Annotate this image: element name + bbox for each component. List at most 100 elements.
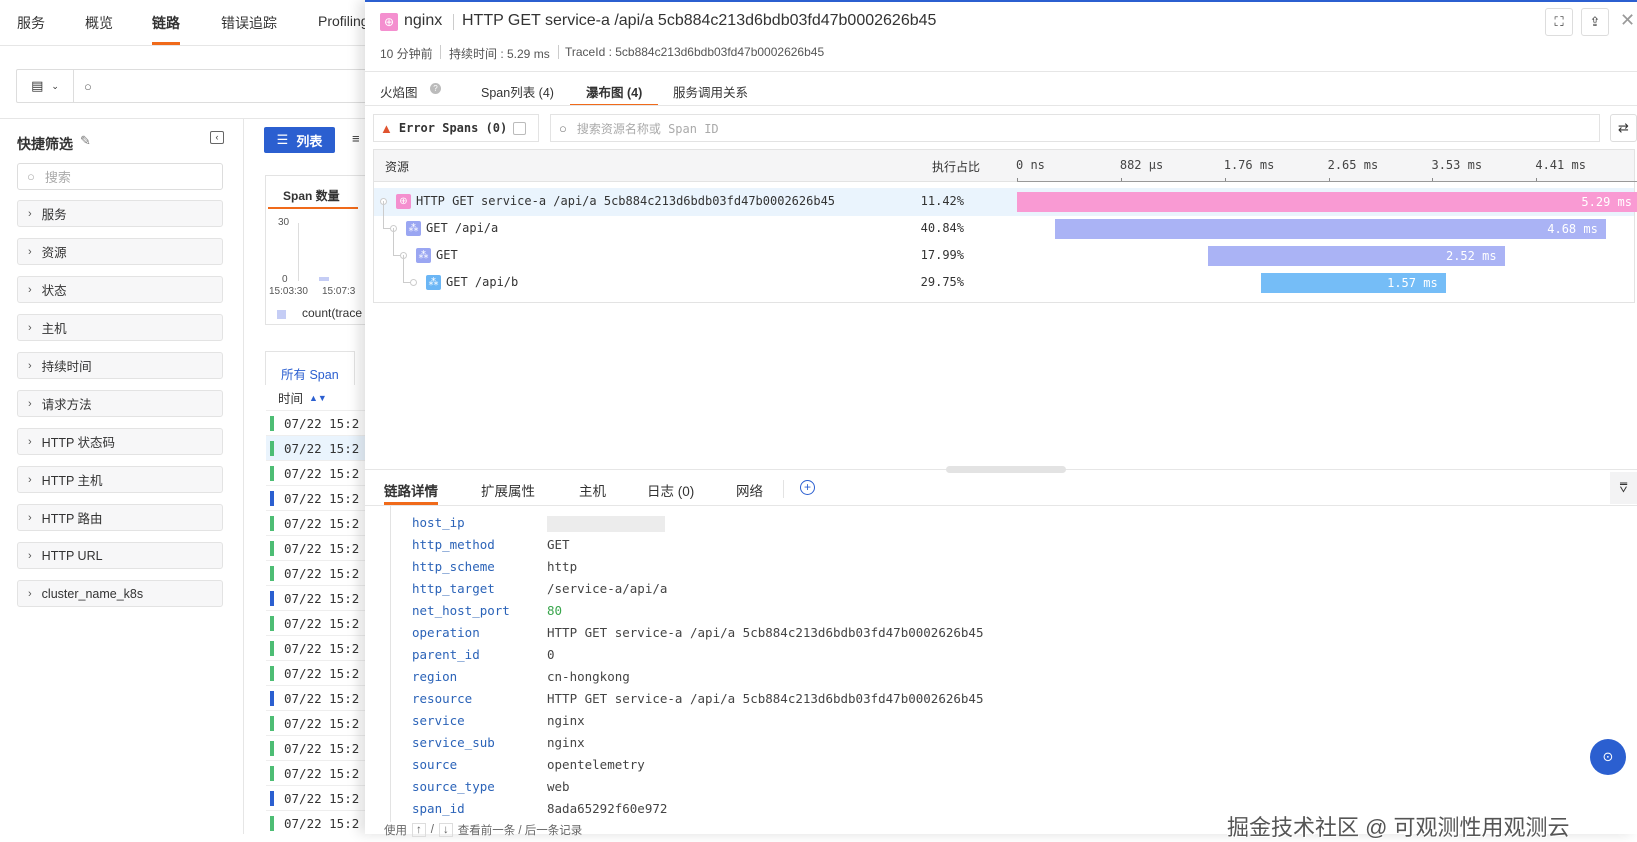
filter-group[interactable]: › 主机 xyxy=(17,314,223,341)
table-row[interactable]: 07/22 15:2 xyxy=(266,736,365,761)
fullscreen-button[interactable]: ⛶ xyxy=(1545,8,1573,36)
nav-tab-error-tracking[interactable]: 错误追踪 xyxy=(221,13,277,33)
span-search-input[interactable]: ○ 搜索资源名称或 Span ID xyxy=(550,114,1600,142)
row-time: 07/22 15:2 xyxy=(284,440,360,456)
nav-tab-services[interactable]: 服务 xyxy=(17,13,45,33)
col-resource: 资源 xyxy=(385,160,410,174)
table-row[interactable]: 07/22 15:2 xyxy=(266,761,365,786)
span-row[interactable]: ⁂ GET /api/b 29.75% 1.57 ms xyxy=(374,255,1634,297)
table-row[interactable]: 07/22 15:2 xyxy=(266,686,365,711)
filter-group[interactable]: › 状态 xyxy=(17,276,223,303)
filter-group[interactable]: › HTTP URL xyxy=(17,542,223,569)
table-row[interactable]: 07/22 15:2 xyxy=(266,611,365,636)
table-row[interactable]: 07/22 15:2 xyxy=(266,811,365,834)
collapse-sidebar-icon[interactable]: ‹ xyxy=(210,131,224,144)
filter-group[interactable]: › HTTP 主机 xyxy=(17,466,223,493)
attribute-value[interactable] xyxy=(547,516,665,532)
filter-group[interactable]: › cluster_name_k8s xyxy=(17,580,223,607)
attribute-value[interactable]: 80 xyxy=(547,603,562,618)
filter-group-label: 主机 xyxy=(41,322,67,336)
tab-network[interactable]: 网络 xyxy=(736,480,763,500)
screenshot-icon[interactable]: ⊙ xyxy=(1590,739,1626,775)
attribute-value[interactable]: cn-hongkong xyxy=(547,669,630,684)
table-row[interactable]: 07/22 15:2 xyxy=(266,586,365,611)
tab-span-list[interactable]: Span列表 (4) xyxy=(481,82,554,101)
add-tab-icon[interactable]: + xyxy=(800,480,815,495)
tab-waterfall[interactable]: 瀑布图 (4) xyxy=(569,82,659,106)
share-button[interactable]: ⇪ xyxy=(1581,8,1609,36)
filter-group[interactable]: › HTTP 状态码 xyxy=(17,428,223,455)
nav-tab-overview[interactable]: 概览 xyxy=(85,13,113,33)
span-bar[interactable]: 5.29 ms xyxy=(1017,192,1637,212)
filter-group-label: HTTP 路由 xyxy=(41,512,103,526)
table-row[interactable]: 07/22 15:2 xyxy=(266,461,365,486)
table-row[interactable]: 07/22 15:2 xyxy=(266,411,365,436)
tab-service-call-map[interactable]: 服务调用关系 xyxy=(673,82,748,101)
tab-trace-details[interactable]: 链路详情 xyxy=(384,480,438,505)
service-name: nginx xyxy=(404,12,443,29)
attribute-value[interactable]: GET xyxy=(547,537,570,552)
attribute-value[interactable]: HTTP GET service-a /api/a 5cb884c213d6bd… xyxy=(547,691,984,706)
attribute-value[interactable]: 0 xyxy=(547,647,555,662)
filter-group[interactable]: › 持续时间 xyxy=(17,352,223,379)
table-row[interactable]: 07/22 15:2 xyxy=(266,436,365,461)
query-bar[interactable]: ▤ ⌄ ○ xyxy=(16,69,376,103)
attribute-key: net_host_port xyxy=(412,603,510,618)
nav-tab-profiling[interactable]: Profiling xyxy=(318,13,369,29)
query-mode-dropdown[interactable]: ▤ ⌄ xyxy=(17,70,74,102)
card-tab-span-count[interactable]: Span 数量 xyxy=(283,187,340,204)
attribute-value[interactable]: nginx xyxy=(547,735,585,750)
tab-host[interactable]: 主机 xyxy=(579,480,606,500)
span-row[interactable]: ⁂ GET /api/a 40.84% 4.68 ms xyxy=(374,201,1634,243)
attribute-value[interactable]: nginx xyxy=(547,713,585,728)
resize-handle[interactable] xyxy=(946,466,1066,473)
error-spans-checkbox[interactable] xyxy=(513,121,527,135)
tab-extended-attributes[interactable]: 扩展属性 xyxy=(481,480,535,500)
filter-group[interactable]: › 资源 xyxy=(17,238,223,265)
span-row[interactable]: ⁂ GET 17.99% 2.52 ms xyxy=(374,228,1634,270)
tab-all-spans[interactable]: 所有 Span xyxy=(265,351,355,385)
swap-icon[interactable]: ⇄ xyxy=(1610,114,1637,142)
edit-icon[interactable]: ✎ xyxy=(80,133,91,149)
table-row[interactable]: 07/22 15:2 xyxy=(266,661,365,686)
column-header-time[interactable]: 时间 ▲▼ xyxy=(266,385,365,411)
sort-icon[interactable]: ≡ xyxy=(352,131,360,146)
attribute-value[interactable]: k8s-node xyxy=(547,506,607,508)
table-row[interactable]: 07/22 15:2 xyxy=(266,786,365,811)
attribute-value[interactable]: 8ada65292f60e972 xyxy=(547,801,667,816)
attribute-value[interactable]: /service-a/api/a xyxy=(547,581,667,596)
filter-group[interactable]: › HTTP 路由 xyxy=(17,504,223,531)
x-tick: 15:03:30 xyxy=(269,286,308,297)
nav-tab-traces[interactable]: 链路 xyxy=(152,13,180,45)
table-row[interactable]: 07/22 15:2 xyxy=(266,511,365,536)
table-row[interactable]: 07/22 15:2 xyxy=(266,486,365,511)
span-bar[interactable]: 4.68 ms xyxy=(1054,219,1606,239)
attribute-value[interactable]: HTTP GET service-a /api/a 5cb884c213d6bd… xyxy=(547,625,984,640)
span-title: HTTP GET service-a /api/a 5cb884c213d6bd… xyxy=(462,12,937,29)
table-row[interactable]: 07/22 15:2 xyxy=(266,711,365,736)
attribute-value[interactable]: http xyxy=(547,559,577,574)
span-row[interactable]: ⊕ HTTP GET service-a /api/a 5cb884c213d6b… xyxy=(374,188,1637,216)
help-icon[interactable]: ? xyxy=(430,83,441,94)
filter-group[interactable]: › 请求方法 xyxy=(17,390,223,417)
table-row[interactable]: 07/22 15:2 xyxy=(266,561,365,586)
close-icon[interactable]: ✕ xyxy=(1620,10,1635,31)
filter-group[interactable]: › 服务 xyxy=(17,200,223,227)
status-bar xyxy=(270,665,274,681)
tab-logs[interactable]: 日志 (0) xyxy=(647,480,694,500)
span-bar[interactable]: 2.52 ms xyxy=(1207,246,1505,266)
table-row[interactable]: 07/22 15:2 xyxy=(266,636,365,661)
error-spans-filter[interactable]: ▲ Error Spans (0) xyxy=(373,114,539,142)
attribute-value[interactable]: opentelemetry xyxy=(547,757,645,772)
tab-flame-graph[interactable]: 火焰图 xyxy=(380,82,418,101)
table-row[interactable]: 07/22 15:2 xyxy=(266,536,365,561)
attribute-key: region xyxy=(412,669,458,684)
axis-tick-label: 0 ns xyxy=(1016,158,1045,172)
list-view-button[interactable]: ☰ 列表 xyxy=(264,127,335,153)
span-bar[interactable]: 1.57 ms xyxy=(1260,273,1446,293)
waterfall-table: 资源 执行占比 0 ns 882 µs 1.76 ms 2.65 ms 3.53 ms 4… xyxy=(373,149,1637,303)
span-exec-pct: 17.99% xyxy=(920,248,964,262)
sidebar-search-input[interactable]: ○ 搜索 xyxy=(17,163,223,190)
collapse-panel-icon[interactable]: ⩢ xyxy=(1610,472,1637,504)
attribute-value[interactable]: web xyxy=(547,779,570,794)
